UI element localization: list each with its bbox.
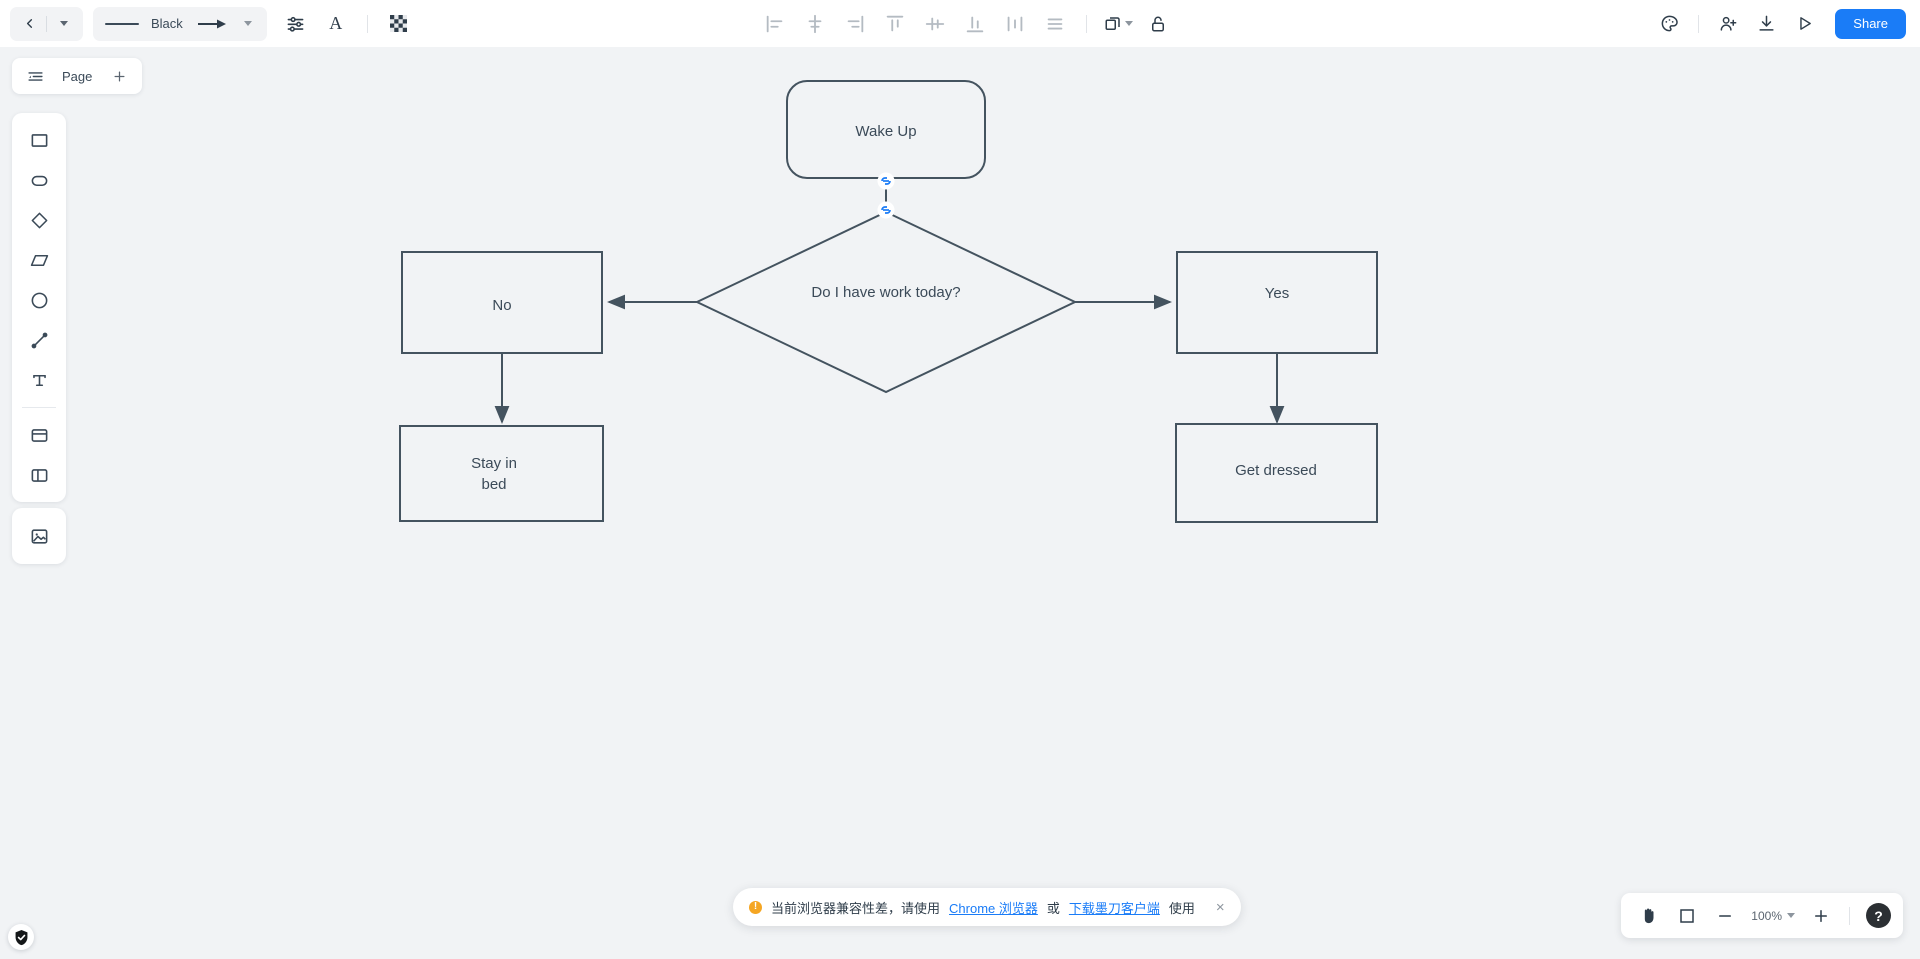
chevron-down-icon xyxy=(243,21,252,26)
tool-image[interactable] xyxy=(20,517,58,555)
present-button[interactable] xyxy=(1789,9,1819,39)
arrow-style-dropdown[interactable] xyxy=(241,9,255,39)
download-client-link[interactable]: 下载墨刀客户端 xyxy=(1069,898,1160,917)
invite-collaborator-button[interactable] xyxy=(1713,9,1743,39)
align-bottom-button[interactable] xyxy=(960,9,990,39)
toolbar-left-group: Black A xyxy=(0,6,414,41)
page-bar: Page xyxy=(12,58,143,94)
chevron-down-icon xyxy=(60,21,68,26)
node-label-staybed-line1: Stay in xyxy=(471,455,517,472)
rail-divider xyxy=(22,407,56,408)
layers-button[interactable] xyxy=(1103,9,1133,39)
tool-text[interactable] xyxy=(20,361,58,399)
node-label-dressed: Get dressed xyxy=(1235,462,1317,479)
share-button[interactable]: Share xyxy=(1835,8,1906,39)
distribute-vertical-button[interactable] xyxy=(1040,9,1070,39)
shape-settings-button[interactable] xyxy=(281,9,311,39)
node-label-decision: Do I have work today? xyxy=(811,284,960,301)
node-stay-in-bed: Stay in bed xyxy=(399,425,604,522)
theme-button[interactable] xyxy=(1654,9,1684,39)
arrow-icon xyxy=(197,18,227,30)
align-left-button[interactable] xyxy=(760,9,790,39)
stroke-style-button[interactable] xyxy=(105,9,139,39)
top-toolbar: Black A Share xyxy=(0,0,1920,47)
security-badge[interactable] xyxy=(8,924,34,950)
node-label-no: No xyxy=(492,297,511,314)
node-label-staybed-line2: bed xyxy=(481,476,506,493)
connector-endpoint-bottom[interactable] xyxy=(877,201,895,219)
tool-parallelogram[interactable] xyxy=(20,241,58,279)
hand-icon xyxy=(1645,908,1654,923)
node-label-yes: Yes xyxy=(1265,285,1289,302)
stroke-line-icon xyxy=(105,22,139,25)
toolbar-divider xyxy=(366,14,368,33)
tool-split-layout[interactable] xyxy=(20,456,58,494)
media-tool-rail xyxy=(12,508,66,564)
nav-divider xyxy=(46,15,47,32)
help-button[interactable]: ? xyxy=(1866,903,1891,928)
align-center-horizontal-button[interactable] xyxy=(800,9,830,39)
page-outline-button[interactable] xyxy=(20,61,50,91)
align-top-button[interactable] xyxy=(880,9,910,39)
shield-check-icon xyxy=(15,929,27,945)
history-dropdown-button[interactable] xyxy=(49,9,79,39)
checker-icon xyxy=(390,15,408,32)
history-nav-group xyxy=(10,6,83,41)
node-no: No xyxy=(401,251,603,354)
shape-tool-rail xyxy=(12,113,66,502)
node-label-wake-up: Wake Up xyxy=(855,123,916,140)
toast-text-middle: 或 xyxy=(1046,900,1060,916)
fit-to-screen-button[interactable] xyxy=(1671,900,1703,932)
zoom-level-selector[interactable]: 100% xyxy=(1747,909,1799,923)
tool-circle[interactable] xyxy=(20,281,58,319)
close-icon[interactable]: × xyxy=(1216,900,1225,915)
page-tab-label[interactable]: Page xyxy=(56,69,98,84)
stroke-color-label[interactable]: Black xyxy=(151,16,183,31)
tool-card[interactable] xyxy=(20,416,58,454)
zoom-in-button[interactable] xyxy=(1805,900,1837,932)
align-middle-vertical-button[interactable] xyxy=(920,9,950,39)
chevron-down-icon xyxy=(1787,913,1795,918)
alignment-group xyxy=(760,0,1173,47)
align-right-button[interactable] xyxy=(840,9,870,39)
warning-icon: ! xyxy=(749,900,762,914)
style-group: Black xyxy=(93,6,267,41)
node-wake-up: Wake Up xyxy=(786,80,986,179)
tool-rounded-rectangle[interactable] xyxy=(20,161,58,199)
text-format-button[interactable]: A xyxy=(321,9,351,39)
toast-text-before: 当前浏览器兼容性差，请使用 xyxy=(771,900,941,916)
node-yes: Yes xyxy=(1176,251,1378,354)
text-format-label: A xyxy=(329,13,343,33)
chrome-browser-link[interactable]: Chrome 浏览器 xyxy=(949,898,1038,917)
tool-line[interactable] xyxy=(20,321,58,359)
fill-pattern-button[interactable] xyxy=(384,9,414,39)
distribute-horizontal-button[interactable] xyxy=(1000,9,1030,39)
node-decision: Do I have work today? xyxy=(694,210,1078,394)
lock-button[interactable] xyxy=(1143,9,1173,39)
browser-compat-toast: ! 当前浏览器兼容性差，请使用 Chrome 浏览器 或 下载墨刀客户端 使用 … xyxy=(733,888,1241,926)
tool-diamond[interactable] xyxy=(20,201,58,239)
node-get-dressed: Get dressed xyxy=(1175,423,1378,523)
zoom-level-value: 100% xyxy=(1751,908,1782,923)
pan-tool-button[interactable] xyxy=(1633,900,1665,932)
toast-text-after: 使用 xyxy=(1168,900,1195,916)
download-button[interactable] xyxy=(1751,9,1781,39)
zoom-divider xyxy=(1849,906,1850,925)
zoom-bar: 100% ? xyxy=(1621,893,1903,938)
flowchart-svg: Wake Up Do I have work today? No Yes Sta… xyxy=(399,80,1378,523)
alignment-divider xyxy=(1086,14,1087,33)
diagram-canvas[interactable]: Wake Up Do I have work today? No Yes Sta… xyxy=(0,0,1920,959)
right-divider xyxy=(1698,14,1700,33)
zoom-out-button[interactable] xyxy=(1709,900,1741,932)
tool-rectangle[interactable] xyxy=(20,121,58,159)
connector-endpoint-top[interactable] xyxy=(877,172,895,190)
back-button[interactable] xyxy=(14,9,44,39)
chevron-down-icon xyxy=(1124,21,1133,26)
add-page-button[interactable] xyxy=(104,61,134,91)
toolbar-right-group: Share xyxy=(1654,0,1906,47)
arrow-style-button[interactable] xyxy=(195,9,229,39)
